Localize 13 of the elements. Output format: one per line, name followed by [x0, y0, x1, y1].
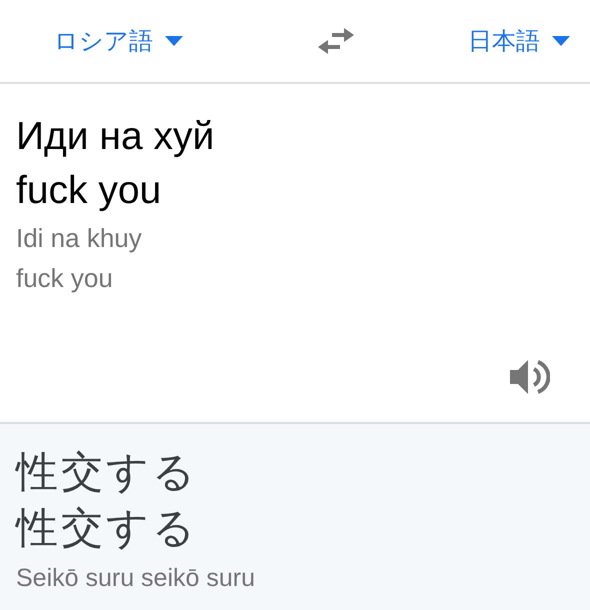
speaker-icon[interactable]	[508, 358, 550, 396]
source-language-button[interactable]: ロシア語	[54, 23, 183, 59]
source-text-line: Иди на хуй	[16, 114, 216, 160]
target-language-button[interactable]: 日本語	[468, 23, 570, 59]
caret-icon	[552, 36, 570, 46]
romanization-line: Idi na khuy	[16, 222, 143, 255]
caret-icon	[165, 36, 183, 46]
source-text-line: fuck you	[16, 168, 162, 214]
swap-icon[interactable]	[316, 26, 356, 56]
translation-line: 性交する	[16, 502, 199, 554]
translation-romanization: Seikō suru seikō suru	[16, 563, 256, 594]
translation-line: 性交する	[16, 446, 199, 498]
romanization-line: fuck you	[16, 262, 114, 295]
